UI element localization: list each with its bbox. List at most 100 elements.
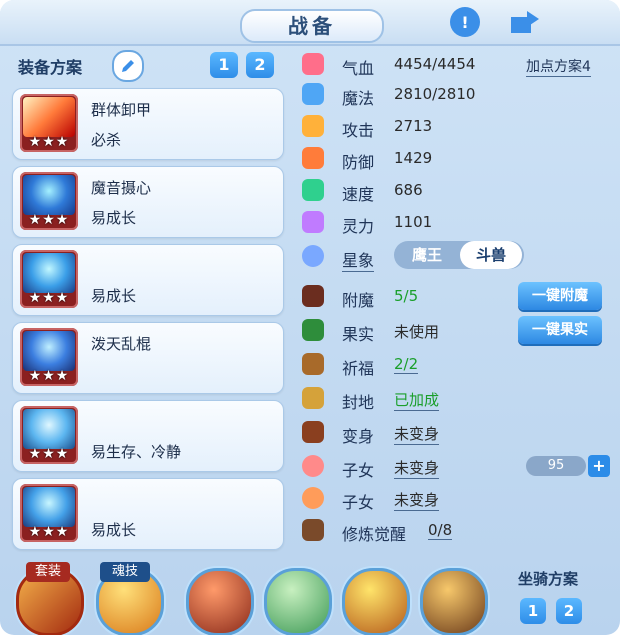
child-row: 子女 未变身 95 + [298, 454, 614, 480]
stat-value: 4454/4454 [394, 55, 476, 73]
extra-value: 未变身 [394, 459, 440, 479]
skill-thumbnail: ★★★ [20, 328, 78, 386]
stat-row: 魔法 2810/2810 [298, 82, 614, 108]
item-subtitle: 必杀 [91, 131, 122, 149]
title-bar: 战备 ! [0, 0, 620, 46]
stat-row: 速度 686 [298, 178, 614, 204]
one-click-fruit-button[interactable]: 一键果实 [518, 316, 602, 344]
star-rating: ★★★ [28, 446, 70, 462]
equipment-item[interactable]: ★★★ 易成长 [12, 244, 284, 316]
plan-tab-2[interactable]: 2 [246, 52, 274, 78]
child-level-field[interactable]: 95 [526, 456, 586, 476]
extra-label: 修炼觉醒 [342, 525, 407, 544]
star-rating: ★★★ [28, 290, 70, 306]
extra-value: 未变身 [394, 491, 440, 511]
stat-label: 气血 [342, 59, 375, 78]
equipment-item[interactable]: ★★★ 魔音摄心 易成长 [12, 166, 284, 238]
child-plus-button[interactable]: + [588, 455, 610, 477]
star-label[interactable]: 星象 [342, 247, 375, 272]
extra-label: 附魔 [342, 291, 375, 310]
alert-icon[interactable]: ! [450, 7, 480, 37]
burst-skill-icon[interactable] [342, 568, 410, 635]
blessing-icon [302, 353, 324, 375]
skill-thumbnail: ★★★ [20, 250, 78, 308]
attack-icon [302, 115, 324, 137]
extra-value: 未变身 [394, 425, 440, 445]
stat-label: 灵力 [342, 217, 375, 236]
extra-label: 变身 [342, 427, 375, 446]
equipment-plans-panel: 装备方案 1 2 ★★★ 群体卸甲 必杀 ★★★ 魔音摄心 易成长 ★★★ 易成… [8, 48, 290, 550]
stat-value: 2810/2810 [394, 85, 476, 103]
blessing-row: 祈福 2/2 [298, 352, 614, 378]
beast-skill-icon[interactable] [186, 568, 254, 635]
mana-icon [302, 83, 324, 105]
stat-row: 防御 1429 [298, 146, 614, 172]
skill-thumbnail: ★★★ [20, 484, 78, 542]
star-rating: ★★★ [28, 524, 70, 540]
stat-value: 1429 [394, 149, 433, 167]
point-plan-link[interactable]: 加点方案4 [526, 56, 591, 77]
item-subtitle: 易生存、冷静 [91, 443, 182, 461]
item-subtitle: 易成长 [91, 209, 137, 227]
transform-row: 变身 未变身 [298, 420, 614, 446]
equipment-item[interactable]: ★★★ 易生存、冷静 [12, 400, 284, 472]
fief-icon [302, 387, 324, 409]
extra-label: 子女 [342, 493, 375, 512]
speed-icon [302, 179, 324, 201]
warrior-skill-icon[interactable] [420, 568, 488, 635]
stat-row: 气血 4454/4454 加点方案4 [298, 52, 614, 78]
map-skill-icon[interactable] [264, 568, 332, 635]
plan-tab-1[interactable]: 1 [210, 52, 238, 78]
page-title: 战备 [240, 9, 384, 43]
fruit-icon [302, 319, 324, 341]
share-icon[interactable] [508, 8, 542, 36]
spirit-icon [302, 211, 324, 233]
stat-row: 攻击 2713 [298, 114, 614, 140]
stat-label: 魔法 [342, 89, 375, 108]
child-row: 子女 未变身 [298, 486, 614, 512]
mount-tab-2[interactable]: 2 [556, 598, 582, 624]
stat-value: 686 [394, 181, 423, 199]
equipment-item[interactable]: ★★★ 群体卸甲 必杀 [12, 88, 284, 160]
mount-tab-1[interactable]: 1 [520, 598, 546, 624]
stat-label: 攻击 [342, 121, 375, 140]
stat-row: 灵力 1101 [298, 210, 614, 236]
extra-value: 0/8 [428, 521, 453, 540]
skill-thumbnail: ★★★ [20, 172, 78, 230]
stat-value: 2713 [394, 117, 433, 135]
star-icon [302, 245, 324, 267]
mount-plan-title: 坐骑方案 [518, 570, 579, 588]
cultivation-icon [302, 519, 324, 541]
item-name: 群体卸甲 [91, 101, 152, 119]
toggle-option-a[interactable]: 鹰王 [402, 245, 452, 265]
section-title: 装备方案 [18, 58, 83, 77]
extra-value: 已加成 [394, 391, 440, 411]
defense-icon [302, 147, 324, 169]
enchant-icon [302, 285, 324, 307]
item-subtitle: 易成长 [91, 287, 137, 305]
skill-thumbnail: ★★★ [20, 94, 78, 152]
extra-label: 子女 [342, 461, 375, 480]
stat-label: 防御 [342, 153, 375, 172]
star-rating: ★★★ [28, 134, 70, 150]
extra-value: 2/2 [394, 355, 419, 374]
toggle-option-b[interactable]: 斗兽 [460, 241, 522, 269]
extra-label: 果实 [342, 325, 375, 344]
bottom-bar: 套装 魂技 坐骑方案 1 2 [0, 556, 620, 635]
star-rating: ★★★ [28, 212, 70, 228]
fruit-row: 果实 未使用 一键果实 [298, 316, 614, 344]
equipment-item[interactable]: ★★★ 易成长 [12, 478, 284, 550]
equipment-item[interactable]: ★★★ 泼天乱棍 [12, 322, 284, 394]
one-click-enchant-button[interactable]: 一键附魔 [518, 282, 602, 310]
stat-label: 速度 [342, 185, 375, 204]
extra-value: 5/5 [394, 287, 419, 305]
item-name: 泼天乱棍 [91, 335, 152, 353]
edit-icon[interactable] [112, 50, 144, 82]
transform-icon [302, 421, 324, 443]
star-toggle[interactable]: 鹰王 斗兽 [394, 241, 524, 269]
cultivation-row: 修炼觉醒 0/8 [298, 518, 614, 544]
heart-icon [302, 53, 324, 75]
stats-panel: 气血 4454/4454 加点方案4 魔法 2810/2810 攻击 2713 … [298, 48, 614, 544]
item-name: 魔音摄心 [91, 179, 152, 197]
stat-value: 1101 [394, 213, 433, 231]
